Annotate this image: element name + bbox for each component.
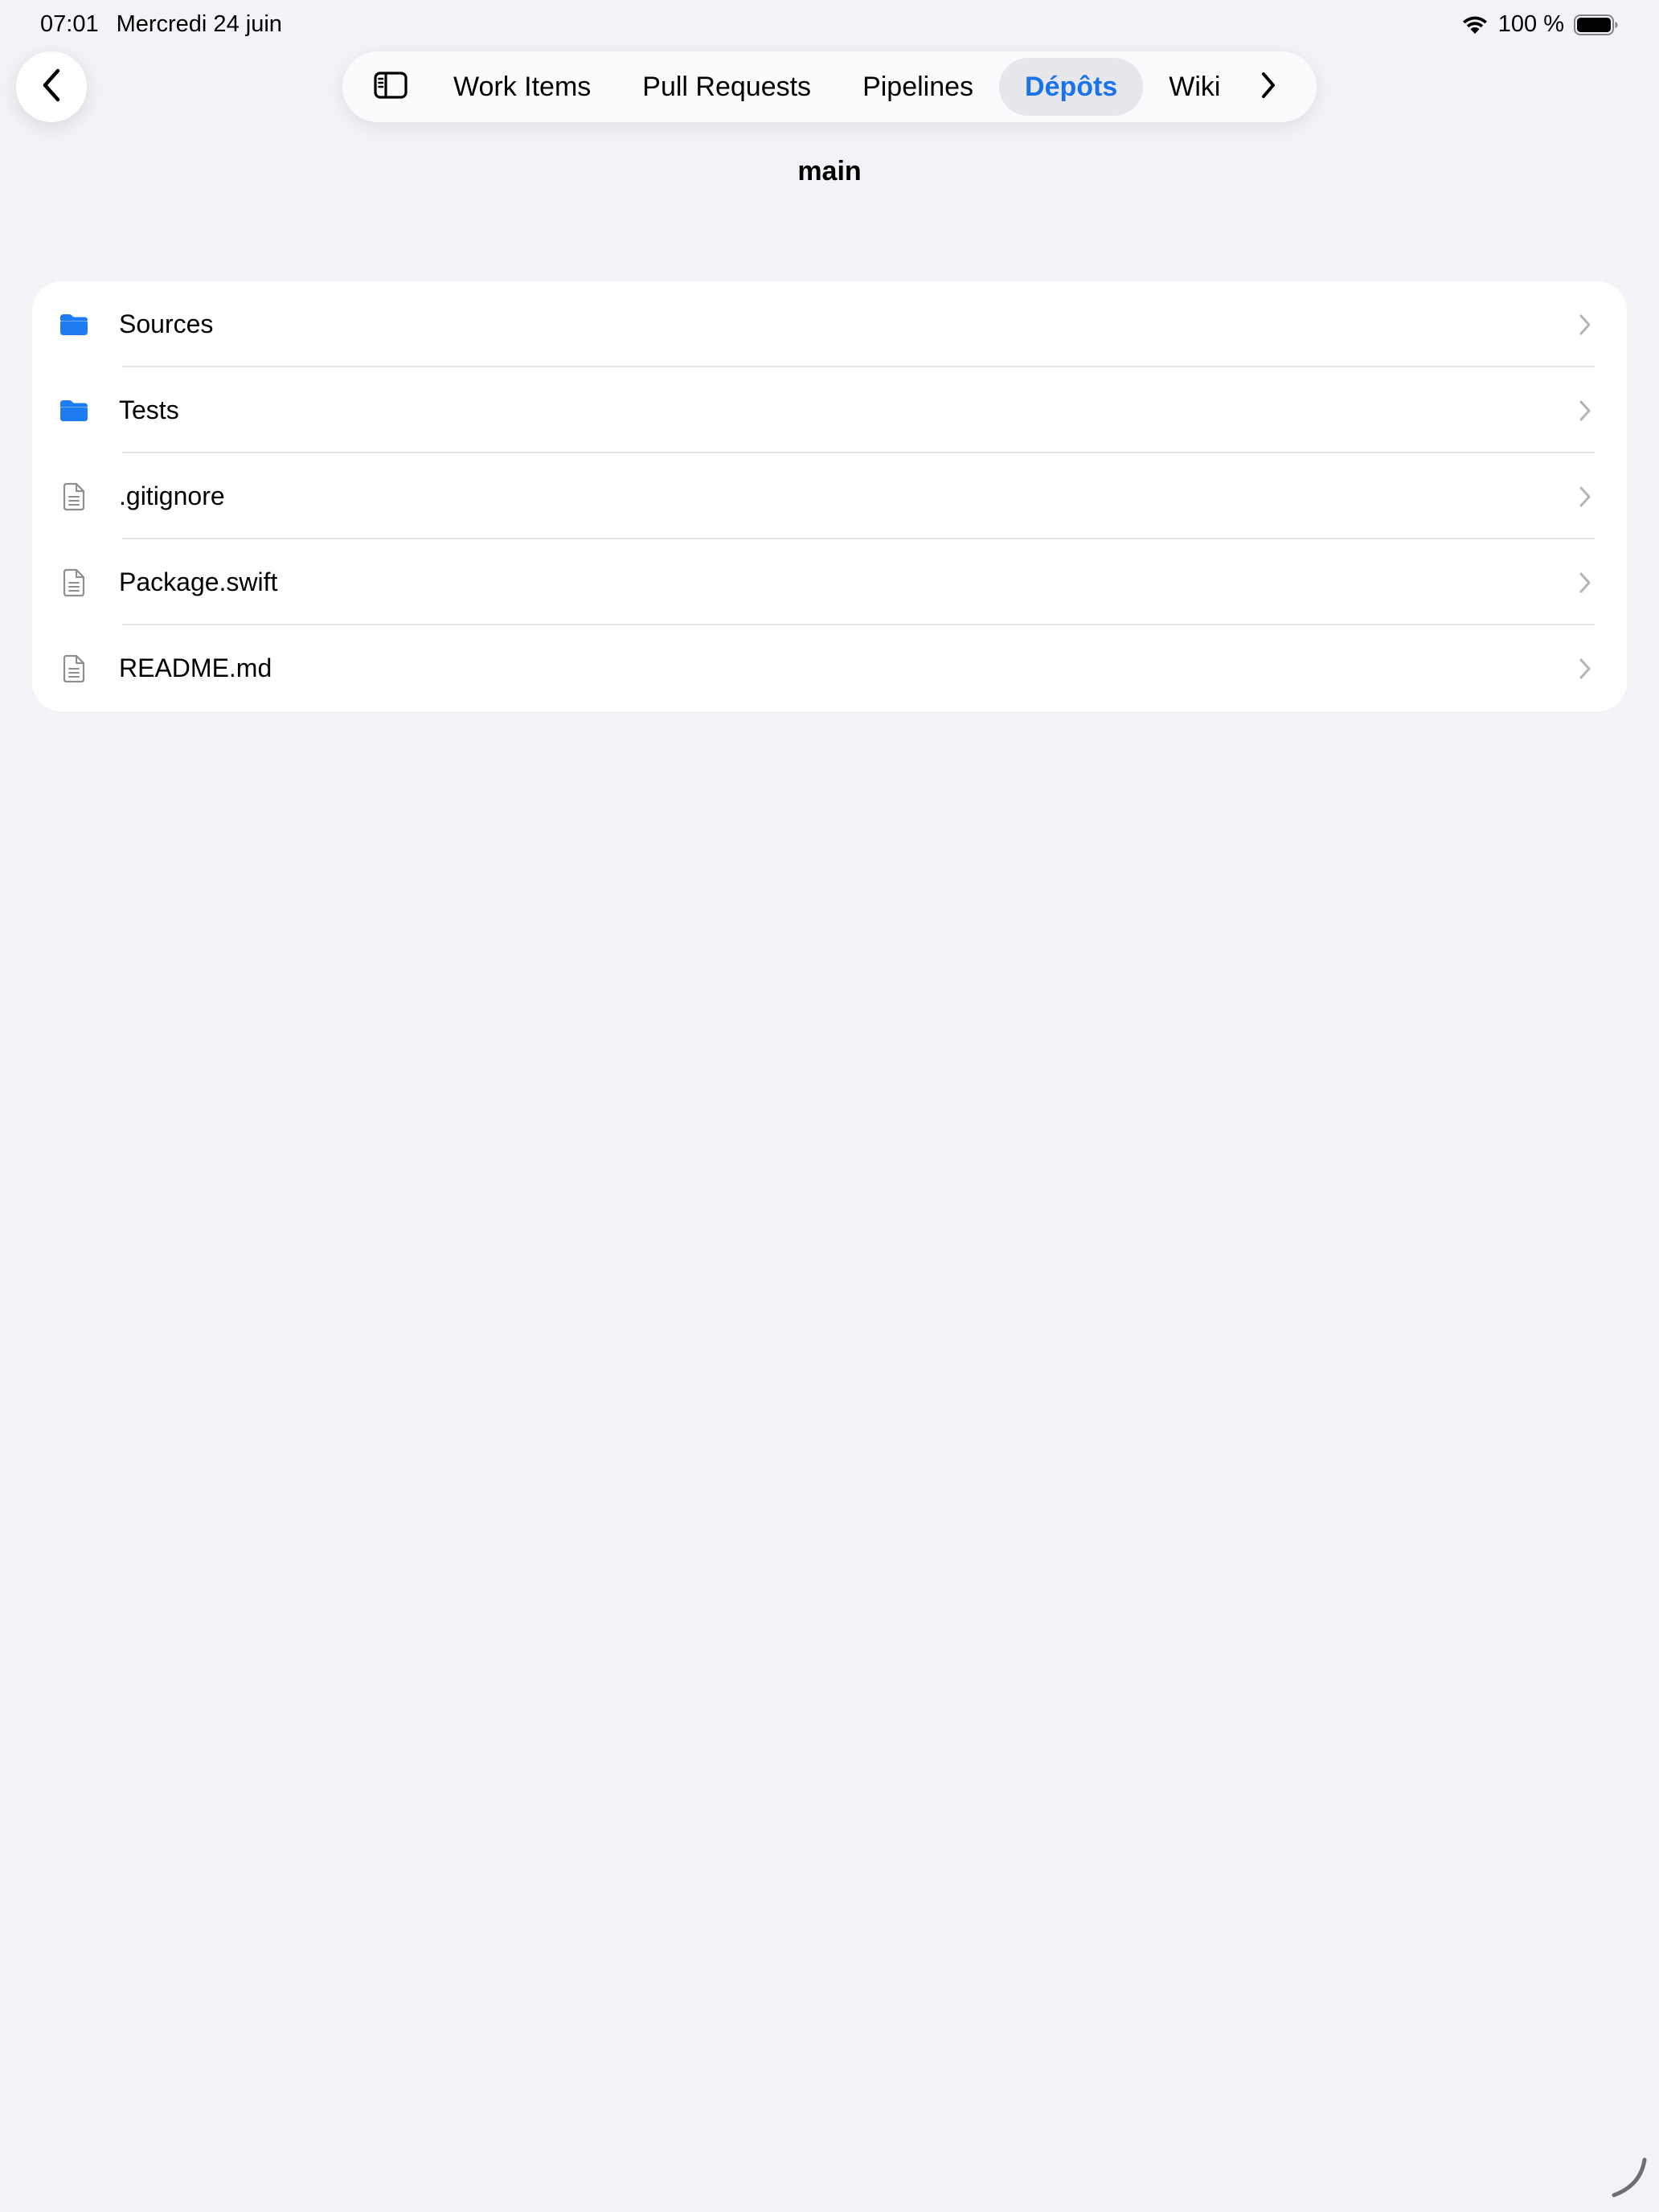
tab-depots[interactable]: Dépôts xyxy=(999,58,1144,116)
tabs-scroll-next-button[interactable] xyxy=(1246,58,1291,116)
window-resize-handle[interactable] xyxy=(1604,2153,1653,2206)
list-item-sources[interactable]: Sources xyxy=(32,281,1627,367)
document-icon xyxy=(32,654,119,683)
document-icon xyxy=(32,482,119,511)
list-item-gitignore[interactable]: .gitignore xyxy=(32,453,1627,539)
chevron-right-icon xyxy=(1561,313,1609,336)
file-name: Package.swift xyxy=(119,567,278,596)
folder-icon xyxy=(32,399,119,423)
back-button[interactable] xyxy=(16,51,87,122)
list-item-package-swift[interactable]: Package.swift xyxy=(32,539,1627,625)
file-name: Sources xyxy=(119,309,214,338)
page-title: main xyxy=(797,156,862,186)
sidebar-toggle-button[interactable] xyxy=(354,58,428,116)
tab-wiki[interactable]: Wiki xyxy=(1143,58,1246,116)
chevron-right-icon xyxy=(1260,72,1277,103)
battery-icon xyxy=(1574,14,1619,35)
file-list: Sources Tests .gitignore Package.swift R… xyxy=(32,281,1627,711)
status-time: 07:01 xyxy=(40,11,99,37)
folder-icon xyxy=(32,313,119,337)
tab-bar: Work Items Pull Requests Pipelines Dépôt… xyxy=(342,51,1317,122)
status-left: 07:01 Mercredi 24 juin xyxy=(40,11,282,38)
list-item-tests[interactable]: Tests xyxy=(32,367,1627,453)
chevron-right-icon xyxy=(1561,657,1609,680)
document-icon xyxy=(32,568,119,597)
list-item-readme[interactable]: README.md xyxy=(32,625,1627,711)
file-name: README.md xyxy=(119,653,272,682)
wifi-icon xyxy=(1461,14,1489,35)
tab-pull-requests[interactable]: Pull Requests xyxy=(616,58,837,116)
tab-pipelines[interactable]: Pipelines xyxy=(837,58,999,116)
status-date: Mercredi 24 juin xyxy=(116,11,282,37)
status-bar: 07:01 Mercredi 24 juin 100 % xyxy=(0,0,1659,51)
status-right: 100 % xyxy=(1461,11,1619,38)
tab-work-items[interactable]: Work Items xyxy=(428,58,616,116)
file-name: Tests xyxy=(119,395,179,424)
battery-percent: 100 % xyxy=(1497,11,1564,37)
chevron-right-icon xyxy=(1561,399,1609,422)
chevron-left-icon xyxy=(40,68,63,107)
chevron-right-icon xyxy=(1561,485,1609,508)
chevron-right-icon xyxy=(1561,571,1609,594)
sidebar-icon xyxy=(374,71,408,103)
file-name: .gitignore xyxy=(119,481,225,510)
